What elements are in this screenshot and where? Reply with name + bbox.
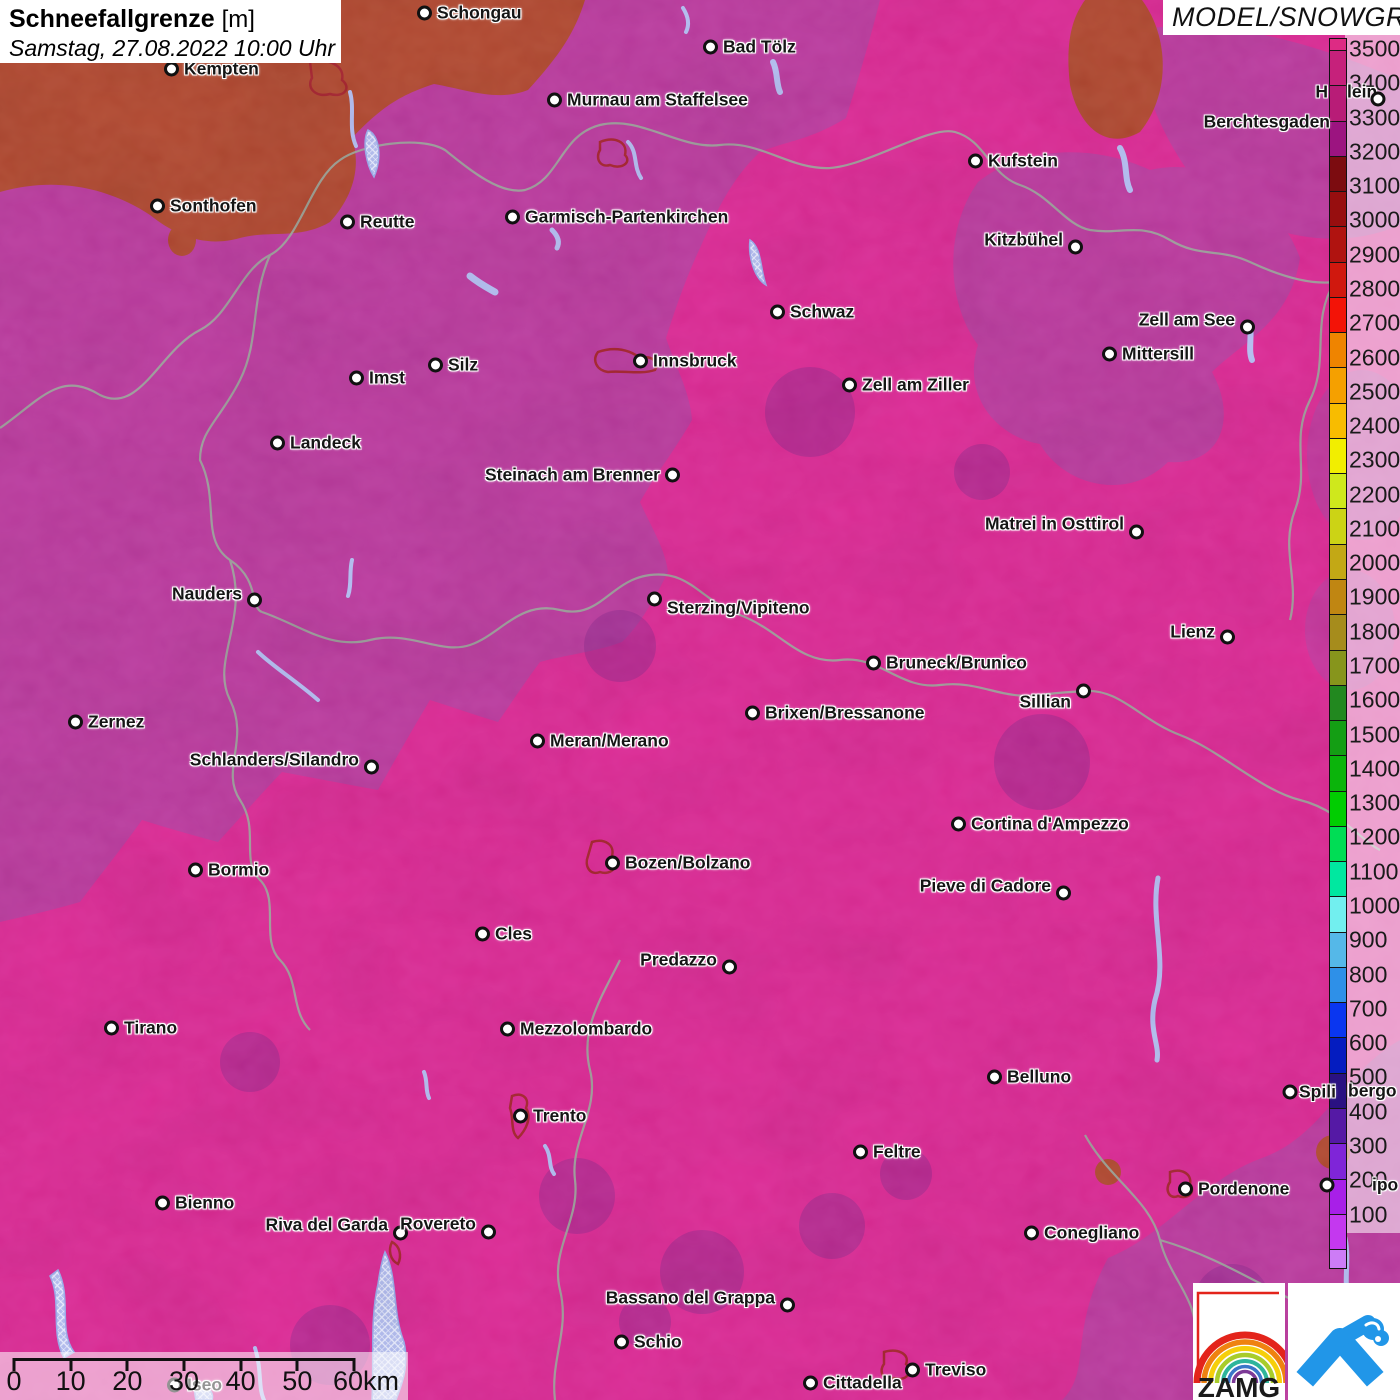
city-dot bbox=[1283, 1085, 1298, 1100]
legend-value: 2100 bbox=[1349, 515, 1400, 542]
legend-color-segment bbox=[1330, 686, 1346, 721]
legend-color-segment bbox=[1330, 368, 1346, 403]
scalebar-label: 60km bbox=[333, 1366, 399, 1397]
legend-value: 1600 bbox=[1349, 687, 1400, 714]
legend-color-segment bbox=[1330, 651, 1346, 686]
map-canvas bbox=[0, 0, 1400, 1400]
legend-value: 300 bbox=[1349, 1132, 1387, 1159]
legend-color-segment bbox=[1330, 827, 1346, 862]
legend-value: 1400 bbox=[1349, 755, 1400, 782]
legend-color-segment bbox=[1330, 227, 1346, 262]
legend-value: 1300 bbox=[1349, 790, 1400, 817]
scalebar-label: 40 bbox=[226, 1366, 256, 1397]
legend-value: 2900 bbox=[1349, 241, 1400, 268]
legend-color-segment bbox=[1330, 1003, 1346, 1038]
legend-color-segment bbox=[1330, 263, 1346, 298]
model-box: MODEL/SNOWGRiD bbox=[1163, 0, 1400, 35]
title-unit: [m] bbox=[222, 6, 255, 33]
legend-value: 2000 bbox=[1349, 550, 1400, 577]
partial-city-label: Berchtesgaden bbox=[1204, 112, 1330, 133]
legend-color-segment bbox=[1330, 1215, 1346, 1250]
legend-value: 1700 bbox=[1349, 653, 1400, 680]
legend-color-segment bbox=[1330, 192, 1346, 227]
legend-color-segment bbox=[1330, 862, 1346, 897]
partial-city-label: ipo bbox=[1372, 1175, 1398, 1196]
city-dot bbox=[1371, 92, 1386, 107]
legend-color-segment bbox=[1330, 1038, 1346, 1073]
legend-color-segment bbox=[1330, 474, 1346, 509]
title-heading: Schneefallgrenze bbox=[9, 5, 215, 33]
scalebar-label: 20 bbox=[112, 1366, 142, 1397]
legend-color-segment bbox=[1330, 157, 1346, 192]
legend-value: 800 bbox=[1349, 961, 1387, 988]
legend-value: 3500 bbox=[1349, 36, 1400, 63]
snowgrid-map-product: SchongauBad TölzMurnau am StaffelseeKemp… bbox=[0, 0, 1400, 1400]
legend-value: 1900 bbox=[1349, 584, 1400, 611]
legend-value: 3200 bbox=[1349, 138, 1400, 165]
legend-color-segment bbox=[1330, 756, 1346, 791]
legend-color-segment bbox=[1330, 615, 1346, 650]
legend-color-segment bbox=[1330, 333, 1346, 368]
legend-value: 2500 bbox=[1349, 378, 1400, 405]
legend-value: 900 bbox=[1349, 927, 1387, 954]
legend-value: 400 bbox=[1349, 1098, 1387, 1125]
legend-color-segment bbox=[1330, 1250, 1346, 1268]
legend-color-segment bbox=[1330, 545, 1346, 580]
legend-color-segment bbox=[1330, 51, 1346, 86]
legend-color-segment bbox=[1330, 1109, 1346, 1144]
scalebar-label: 0 bbox=[6, 1366, 21, 1397]
legend-color-segment bbox=[1330, 580, 1346, 615]
legend-color-segment bbox=[1330, 39, 1346, 51]
legend-value: 700 bbox=[1349, 995, 1387, 1022]
legend-value: 3300 bbox=[1349, 104, 1400, 131]
legend-value: 600 bbox=[1349, 1030, 1387, 1057]
partial-city-label: H bbox=[1315, 82, 1328, 103]
title-box: Schneefallgrenze [m] Samstag, 27.08.2022… bbox=[0, 0, 341, 63]
page-title: Schneefallgrenze [m] bbox=[9, 5, 341, 34]
legend-color-segment bbox=[1330, 792, 1346, 827]
legend-value: 100 bbox=[1349, 1201, 1387, 1228]
model-label: MODEL/SNOWGRiD bbox=[1172, 2, 1400, 33]
city-dot bbox=[1320, 1178, 1335, 1193]
scalebar-label: 50 bbox=[282, 1366, 312, 1397]
legend-color-segment bbox=[1330, 1144, 1346, 1179]
legend-color-segment bbox=[1330, 439, 1346, 474]
legend-value: 1000 bbox=[1349, 893, 1400, 920]
legend-value: 2600 bbox=[1349, 344, 1400, 371]
legend-color-segment bbox=[1330, 404, 1346, 439]
legend-color-segment bbox=[1330, 933, 1346, 968]
zamg-logo-text: ZAMG bbox=[1198, 1372, 1280, 1400]
legend-value: 1100 bbox=[1349, 858, 1398, 885]
map-scalebar: 0 10 20 30 40 50 60km bbox=[0, 1352, 408, 1400]
legend-color-segment bbox=[1330, 298, 1346, 333]
legend-value: 1500 bbox=[1349, 721, 1400, 748]
terrain-grain bbox=[0, 0, 1400, 1400]
zamg-logo: ZAMG bbox=[1193, 1283, 1285, 1400]
legend-value: 2200 bbox=[1349, 481, 1400, 508]
title-datetime: Samstag, 27.08.2022 10:00 Uhr bbox=[9, 35, 341, 62]
partial-city-label: bergo bbox=[1348, 1081, 1397, 1102]
legend-color-segment bbox=[1330, 122, 1346, 157]
legend-color-segment bbox=[1330, 721, 1346, 756]
legend-color-segment bbox=[1330, 509, 1346, 544]
legend-color-segment bbox=[1330, 968, 1346, 1003]
legend-color-segment bbox=[1330, 897, 1346, 932]
legend-value: 2800 bbox=[1349, 275, 1400, 302]
legend-value: 1200 bbox=[1349, 824, 1400, 851]
snowgrid-logo bbox=[1288, 1283, 1400, 1400]
partial-city-label: Spili bbox=[1299, 1082, 1336, 1103]
legend-value: 3100 bbox=[1349, 173, 1400, 200]
legend-value: 2700 bbox=[1349, 310, 1400, 337]
legend-value: 3000 bbox=[1349, 207, 1400, 234]
legend-value: 2400 bbox=[1349, 413, 1400, 440]
scalebar-label: 30 bbox=[169, 1366, 199, 1397]
scalebar-label: 10 bbox=[56, 1366, 86, 1397]
legend-value: 2300 bbox=[1349, 447, 1400, 474]
legend-color-segment bbox=[1330, 86, 1346, 121]
legend-value: 1800 bbox=[1349, 618, 1400, 645]
